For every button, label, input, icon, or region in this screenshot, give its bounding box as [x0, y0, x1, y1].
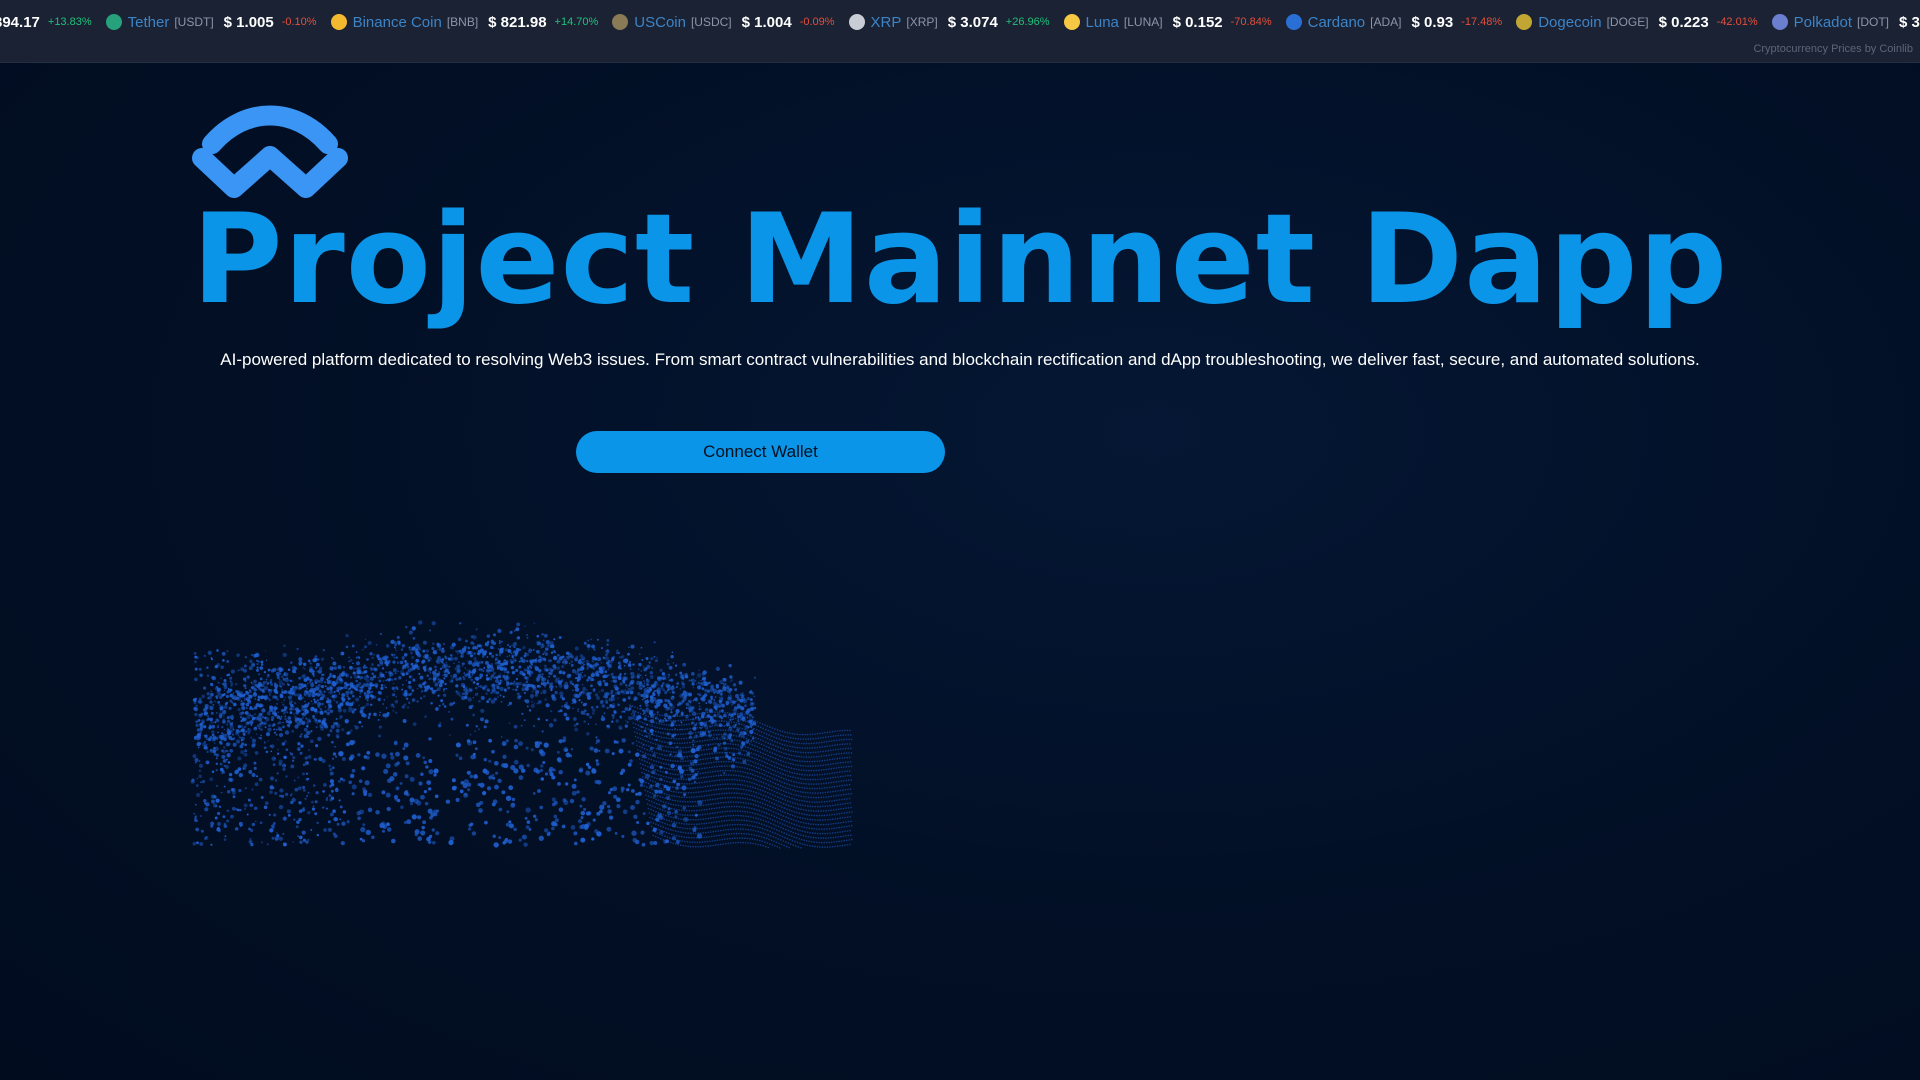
coin-change: -70.84% [1230, 16, 1272, 28]
coin-symbol: [ADA] [1370, 15, 1402, 29]
connect-wallet-button[interactable]: Connect Wallet [576, 431, 945, 473]
ticker-item[interactable]: Dogecoin [DOGE] $ 0.223 -42.01% [1516, 13, 1758, 31]
coin-name: Dogecoin [1538, 13, 1602, 31]
ticker-credit-link[interactable]: Cryptocurrency Prices by Coinlib [1753, 43, 1913, 55]
coin-change: +26.96% [1005, 16, 1050, 28]
ticker-item[interactable]: 394.17 +13.83% [0, 14, 92, 31]
coin-name: Binance Coin [352, 13, 442, 31]
ticker-item[interactable]: Polkadot[DOT]$ 3.869-53.40% [1771, 13, 1920, 31]
coin-name: USCoin [634, 13, 686, 31]
coin-symbol: [DOGE] [1606, 15, 1649, 29]
uscoin-icon [612, 14, 629, 30]
coin-price: $ 0.93 [1411, 13, 1454, 31]
coin-change: +14.70% [554, 16, 599, 28]
tether-icon [105, 14, 122, 30]
coin-change: -42.01% [1716, 16, 1758, 28]
ticker-item[interactable]: USCoin [USDC] $ 1.004 -0.09% [612, 13, 835, 31]
polkadot-icon [1771, 14, 1788, 30]
ticker-item[interactable]: Cardano [ADA] $ 0.93 -17.48% [1285, 13, 1503, 31]
coin-change: -17.48% [1461, 16, 1503, 28]
binance-coin-icon [330, 14, 347, 30]
coin-price: $ 0.152 [1172, 13, 1223, 31]
ticker-item[interactable]: Binance Coin [BNB] $ 821.98 +14.70% [330, 13, 599, 31]
ticker-item[interactable]: Tether [USDT] $ 1.005 -0.10% [105, 13, 317, 31]
coin-price: $ 821.98 [488, 13, 547, 31]
coin-price: $ 3.869 [1899, 13, 1920, 31]
coin-symbol: [XRP] [906, 15, 938, 29]
coin-name: Tether [127, 13, 170, 31]
coin-change: -0.09% [799, 16, 835, 28]
xrp-icon [848, 14, 865, 30]
coin-name: Luna [1085, 13, 1119, 31]
page-title: Project Mainnet Dapp [191, 188, 1729, 332]
ticker-item[interactable]: XRP [XRP] $ 3.074 +26.96% [848, 13, 1050, 31]
coin-symbol: [LUNA] [1123, 15, 1163, 29]
coin-price: $ 1.005 [223, 13, 274, 31]
page-subtitle: AI-powered platform dedicated to resolvi… [220, 350, 1700, 369]
coin-name: XRP [870, 13, 902, 31]
coin-change: -0.10% [281, 16, 317, 28]
ticker-track: 394.17 +13.83% Tether [USDT] $ 1.005 -0.10% Bi… [0, 0, 1920, 44]
coin-price: $ 1.004 [741, 13, 792, 31]
coin-symbol: [DOT] [1857, 15, 1890, 29]
coin-name: Cardano [1307, 13, 1366, 31]
coin-name: Polkadot [1793, 13, 1853, 31]
coin-symbol: [USDC] [690, 15, 732, 29]
crypto-price-ticker: 394.17 +13.83% Tether [USDT] $ 1.005 -0.10% Bi… [0, 0, 1920, 63]
luna-icon [1063, 14, 1080, 30]
dogecoin-icon [1516, 14, 1533, 30]
coin-price: $ 0.223 [1658, 13, 1709, 31]
walletconnect-logo-icon[interactable] [190, 100, 350, 200]
coin-change: +13.83% [47, 16, 92, 28]
coin-price: 394.17 [0, 13, 40, 31]
particle-wave-illustration [190, 620, 853, 849]
coin-symbol: [BNB] [446, 15, 479, 29]
coin-price: $ 3.074 [947, 13, 998, 31]
coin-symbol: [USDT] [174, 15, 214, 29]
ticker-item[interactable]: Luna [LUNA] $ 0.152 -70.84% [1063, 13, 1272, 31]
cardano-icon [1285, 14, 1302, 30]
